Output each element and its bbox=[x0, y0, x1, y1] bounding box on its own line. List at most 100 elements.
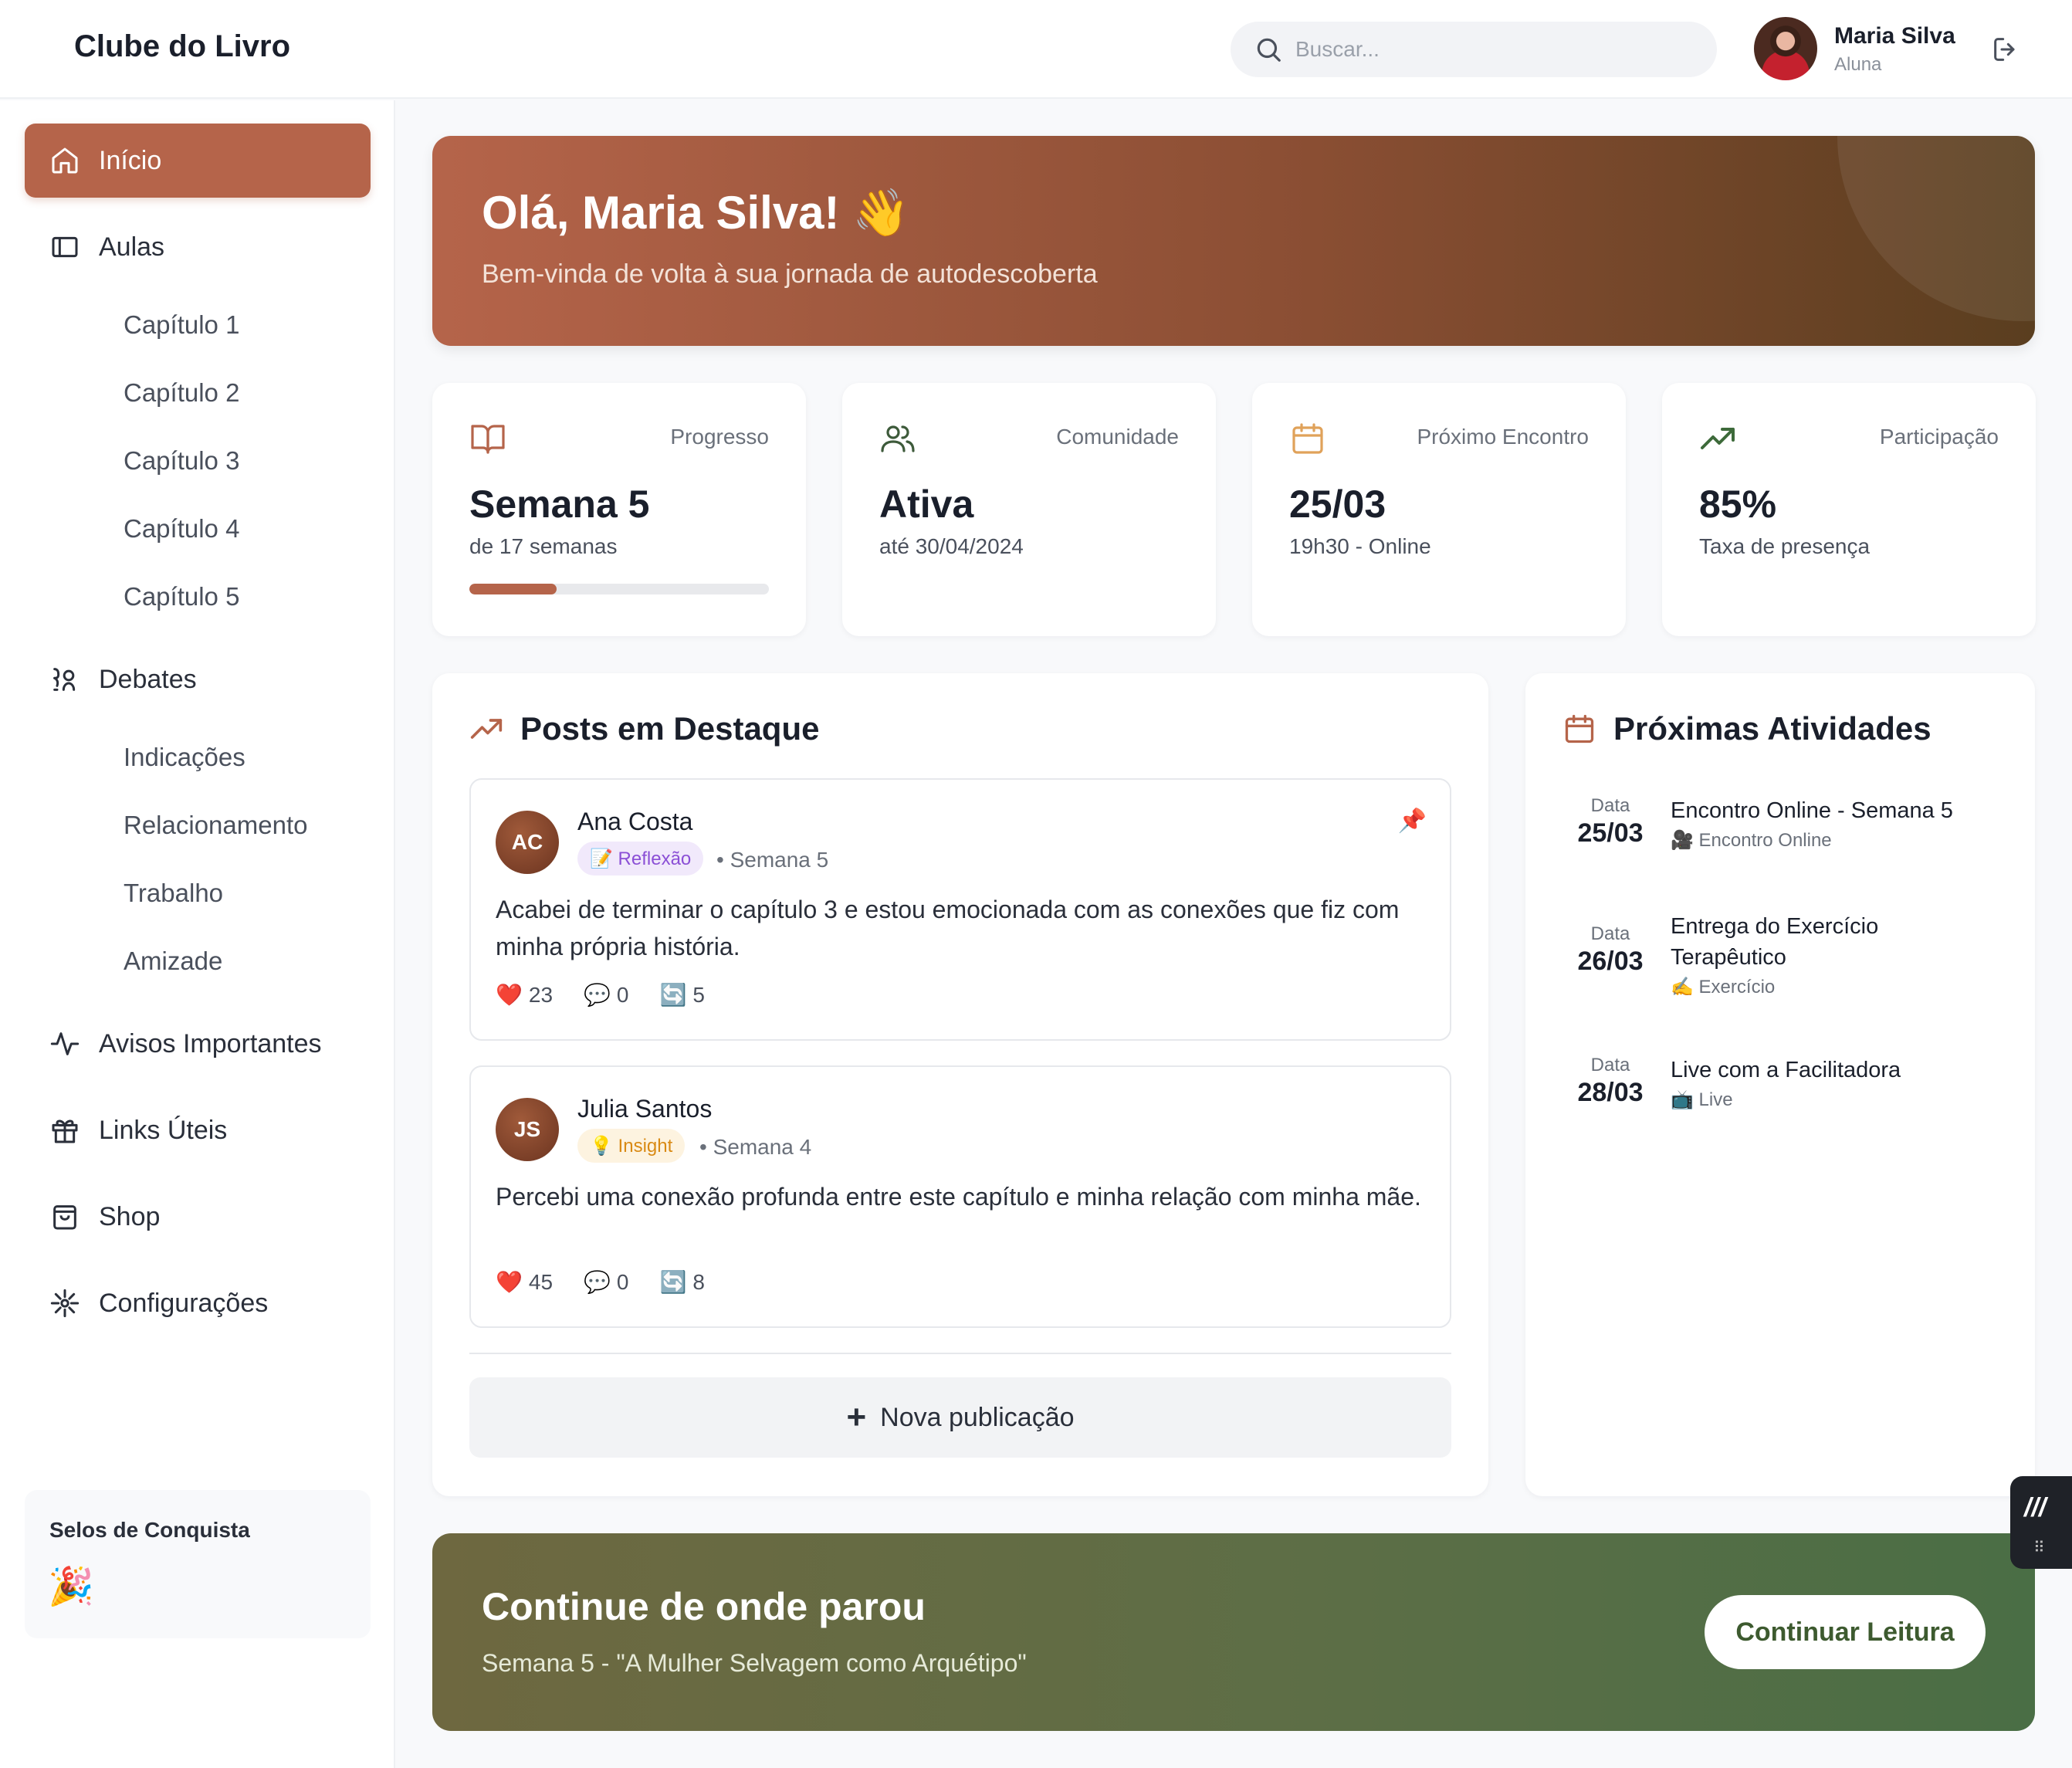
welcome-banner: Olá, Maria Silva! 👋 Bem-vinda de volta à… bbox=[432, 136, 2035, 346]
sidebar-item-avisos[interactable]: Avisos Importantes bbox=[25, 1007, 371, 1081]
settings-icon bbox=[50, 1289, 80, 1318]
activity-title: Live com a Facilitadora bbox=[1671, 1058, 1901, 1082]
sidebar-item-inicio[interactable]: Início bbox=[25, 124, 371, 198]
stat-description: até 30/04/2024 bbox=[879, 534, 1024, 558]
post-card[interactable]: JS Julia Santos 💡 Insight • Semana 4 Per… bbox=[469, 1065, 1451, 1328]
stat-value: 85% bbox=[1699, 483, 1777, 526]
search-input[interactable] bbox=[1295, 37, 1697, 62]
activity-date-label: Data bbox=[1590, 795, 1630, 816]
post-author[interactable]: Ana Costa bbox=[577, 808, 692, 836]
sidebar-subitem-capitulo-2[interactable]: Capítulo 2 bbox=[124, 378, 239, 408]
decorative-circle bbox=[1837, 136, 2035, 321]
logout-icon[interactable] bbox=[1990, 34, 2021, 65]
share-button[interactable]: 🔄 8 bbox=[659, 1269, 704, 1295]
sidebar-subitem-indicacoes[interactable]: Indicações bbox=[124, 743, 245, 772]
sidebar-subitem-amizade[interactable]: Amizade bbox=[124, 947, 222, 976]
post-text: Percebi uma conexão profunda entre este … bbox=[496, 1183, 1421, 1211]
activity-date: 26/03 bbox=[1577, 947, 1644, 976]
stat-value: Ativa bbox=[879, 483, 974, 526]
stat-card-comunidade: Comunidade Ativa até 30/04/2024 bbox=[842, 383, 1216, 636]
activity-type: 🎥 Encontro Online bbox=[1671, 830, 1832, 851]
gift-icon bbox=[52, 1119, 78, 1143]
stat-description: 19h30 - Online bbox=[1289, 534, 1431, 558]
activity-date-label: Data bbox=[1590, 1055, 1630, 1075]
sidebar-subitem-relacionamento[interactable]: Relacionamento bbox=[124, 811, 307, 840]
like-count: 23 bbox=[528, 982, 554, 1007]
author-avatar[interactable]: AC bbox=[496, 811, 559, 874]
activity-icon bbox=[50, 1032, 80, 1055]
post-tag: 📝 Reflexão bbox=[577, 842, 704, 876]
stat-description: de 17 semanas bbox=[469, 534, 618, 558]
author-avatar[interactable]: JS bbox=[496, 1098, 559, 1161]
top-header: Clube do Livro Maria Silva Aluna bbox=[0, 0, 2072, 99]
sidebar-item-label: Debates bbox=[99, 664, 197, 694]
new-post-button[interactable]: + Nova publicação bbox=[469, 1377, 1451, 1458]
sidebar-subitem-capitulo-3[interactable]: Capítulo 3 bbox=[124, 446, 239, 476]
share-count: 8 bbox=[692, 1269, 705, 1294]
shopping-bag-icon bbox=[53, 1205, 76, 1230]
progress-fill bbox=[469, 584, 557, 594]
search-icon bbox=[1257, 38, 1281, 62]
stat-card-proximo-encontro: Próximo Encontro 25/03 19h30 - Online bbox=[1252, 383, 1626, 636]
drag-handle-icon[interactable]: ⠿ bbox=[2033, 1538, 2045, 1557]
stat-description: Taxa de presença bbox=[1699, 534, 1871, 558]
user-avatar[interactable] bbox=[1754, 17, 1817, 80]
calendar-icon bbox=[1292, 423, 1323, 454]
sidebar: Início Aulas Capítulo 1 Capítulo 2 Capít… bbox=[0, 100, 395, 1768]
share-button[interactable]: 🔄 5 bbox=[659, 982, 704, 1008]
stat-card-participacao: Participação 85% Taxa de presença bbox=[1662, 383, 2036, 636]
stat-value: 25/03 bbox=[1289, 483, 1386, 526]
sidebar-item-label: Shop bbox=[99, 1201, 161, 1231]
post-week: • Semana 5 bbox=[716, 848, 829, 872]
floating-widget[interactable]: /// ⠿ bbox=[2010, 1476, 2072, 1569]
calendar-icon bbox=[1565, 714, 1594, 743]
activity-date-label: Data bbox=[1590, 923, 1630, 944]
sidebar-subitem-capitulo-4[interactable]: Capítulo 4 bbox=[124, 514, 239, 544]
section-title: Posts em Destaque bbox=[469, 710, 819, 747]
stat-card-progresso: Progresso Semana 5 de 17 semanas bbox=[432, 383, 806, 636]
sidebar-item-configuracoes[interactable]: Configurações bbox=[25, 1266, 371, 1340]
sidebar-subitem-capitulo-5[interactable]: Capítulo 5 bbox=[124, 582, 239, 611]
sidebar-item-debates[interactable]: Debates bbox=[25, 642, 371, 716]
post-text: Acabei de terminar o capítulo 3 e estou … bbox=[496, 896, 1400, 960]
sidebar-subitem-capitulo-1[interactable]: Capítulo 1 bbox=[124, 310, 239, 340]
posts-title: Posts em Destaque bbox=[520, 710, 820, 747]
stat-label: Próximo Encontro bbox=[1417, 425, 1589, 449]
comment-icon: 💬 bbox=[584, 1270, 611, 1294]
badges-title: Selos de Conquista bbox=[49, 1518, 250, 1542]
section-title: Próximas Atividades bbox=[1562, 710, 1931, 747]
users-icon bbox=[881, 425, 915, 452]
share-count: 5 bbox=[692, 982, 705, 1007]
progress-bar bbox=[469, 584, 769, 594]
like-count: 45 bbox=[528, 1269, 554, 1294]
panel-icon bbox=[52, 236, 78, 258]
like-button[interactable]: ❤️ 23 bbox=[496, 982, 553, 1008]
cta-title: Continue de onde parou bbox=[482, 1585, 926, 1628]
stat-value: Semana 5 bbox=[469, 483, 650, 526]
sidebar-item-label: Início bbox=[99, 145, 162, 175]
trending-up-icon bbox=[470, 719, 503, 739]
comment-count: 0 bbox=[616, 982, 629, 1007]
like-button[interactable]: ❤️ 45 bbox=[496, 1269, 553, 1295]
user-role: Aluna bbox=[1834, 54, 1882, 75]
welcome-title: Olá, Maria Silva! 👋 bbox=[482, 187, 910, 239]
continue-reading-button[interactable]: Continuar Leitura bbox=[1705, 1595, 1986, 1669]
activities-title: Próximas Atividades bbox=[1613, 710, 1931, 747]
sidebar-item-shop[interactable]: Shop bbox=[25, 1180, 371, 1254]
post-card[interactable]: AC Ana Costa 📝 Reflexão • Semana 5 📌 Aca… bbox=[469, 778, 1451, 1041]
continue-reading-banner: Continue de onde parou Semana 5 - "A Mul… bbox=[432, 1533, 2035, 1731]
sidebar-subitem-trabalho[interactable]: Trabalho bbox=[124, 879, 223, 908]
people-icon bbox=[53, 668, 76, 691]
search-bar[interactable] bbox=[1231, 22, 1717, 77]
comment-button[interactable]: 💬 0 bbox=[584, 1269, 628, 1295]
stat-label: Comunidade bbox=[1056, 425, 1179, 449]
post-tag: 💡 Insight bbox=[577, 1129, 686, 1163]
post-author[interactable]: Julia Santos bbox=[577, 1095, 712, 1123]
post-stats: ❤️ 23 💬 0 🔄 5 bbox=[496, 982, 705, 1008]
party-popper-icon[interactable]: 🎉 bbox=[48, 1564, 94, 1608]
sidebar-item-aulas[interactable]: Aulas bbox=[25, 210, 371, 284]
brand-title[interactable]: Clube do Livro bbox=[74, 29, 290, 64]
repost-icon: 🔄 bbox=[659, 1270, 687, 1294]
sidebar-item-links[interactable]: Links Úteis bbox=[25, 1093, 371, 1167]
comment-button[interactable]: 💬 0 bbox=[584, 982, 628, 1008]
